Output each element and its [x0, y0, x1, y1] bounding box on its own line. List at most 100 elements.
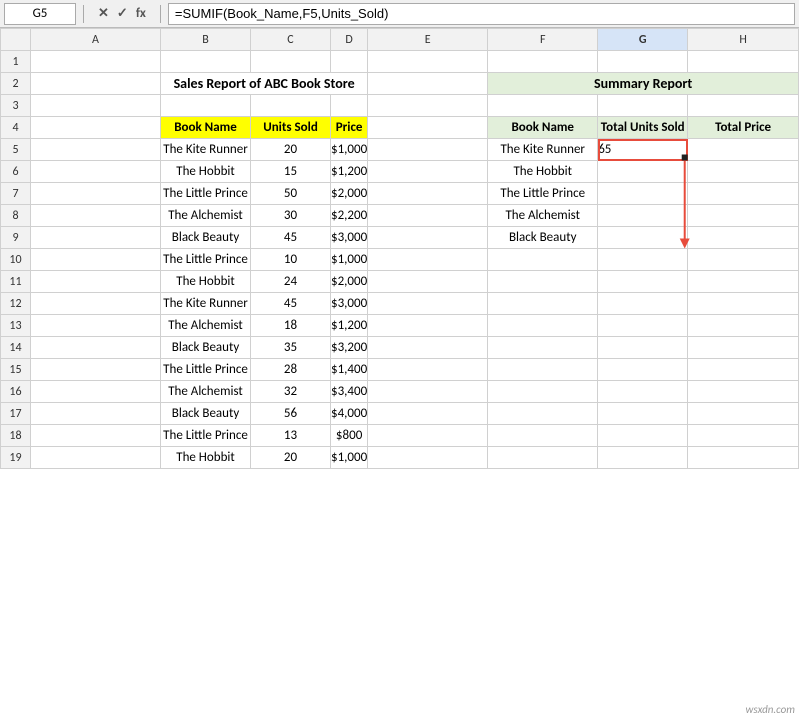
- cell-C19[interactable]: 20: [251, 447, 331, 469]
- row-header-9[interactable]: 9: [1, 227, 31, 249]
- cell-F6[interactable]: The Hobbit: [488, 161, 598, 183]
- cell-C1[interactable]: [251, 51, 331, 73]
- summary-header-totalunits[interactable]: Total Units Sold: [598, 117, 688, 139]
- cell-F17[interactable]: [488, 403, 598, 425]
- cell-H9[interactable]: [688, 227, 799, 249]
- cell-D18[interactable]: $800: [331, 425, 368, 447]
- cell-A3[interactable]: [31, 95, 161, 117]
- confirm-icon[interactable]: ✓: [114, 6, 131, 21]
- cell-H13[interactable]: [688, 315, 799, 337]
- cell-E7[interactable]: [368, 183, 488, 205]
- cell-A7[interactable]: [31, 183, 161, 205]
- row-header-16[interactable]: 16: [1, 381, 31, 403]
- col-header-G[interactable]: G: [598, 29, 688, 51]
- summary-header-totalprice[interactable]: Total Price: [688, 117, 799, 139]
- cell-G19[interactable]: [598, 447, 688, 469]
- cell-H7[interactable]: [688, 183, 799, 205]
- cell-reference-box[interactable]: G5: [4, 3, 76, 25]
- cell-H8[interactable]: [688, 205, 799, 227]
- cell-C5[interactable]: 20: [251, 139, 331, 161]
- cell-A13[interactable]: [31, 315, 161, 337]
- cell-F14[interactable]: [488, 337, 598, 359]
- cell-B16[interactable]: The Alchemist: [161, 381, 251, 403]
- cell-A6[interactable]: [31, 161, 161, 183]
- cell-F7[interactable]: The Little Prince: [488, 183, 598, 205]
- row-header-19[interactable]: 19: [1, 447, 31, 469]
- cell-A2[interactable]: [31, 73, 161, 95]
- cell-H5[interactable]: [688, 139, 799, 161]
- cell-H11[interactable]: [688, 271, 799, 293]
- cell-H17[interactable]: [688, 403, 799, 425]
- cell-E16[interactable]: [368, 381, 488, 403]
- row-header-14[interactable]: 14: [1, 337, 31, 359]
- cell-H6[interactable]: [688, 161, 799, 183]
- cell-F16[interactable]: [488, 381, 598, 403]
- cell-C3[interactable]: [251, 95, 331, 117]
- cell-C13[interactable]: 18: [251, 315, 331, 337]
- cell-A16[interactable]: [31, 381, 161, 403]
- cell-F18[interactable]: [488, 425, 598, 447]
- cell-E2[interactable]: [368, 73, 488, 95]
- formula-input[interactable]: [168, 3, 795, 25]
- sales-header-unitssold[interactable]: Units Sold: [251, 117, 331, 139]
- row-header-11[interactable]: 11: [1, 271, 31, 293]
- row-header-6[interactable]: 6: [1, 161, 31, 183]
- row-header-17[interactable]: 17: [1, 403, 31, 425]
- cell-A14[interactable]: [31, 337, 161, 359]
- row-header-1[interactable]: 1: [1, 51, 31, 73]
- cell-C11[interactable]: 24: [251, 271, 331, 293]
- cell-B7[interactable]: The Little Prince: [161, 183, 251, 205]
- row-header-3[interactable]: 3: [1, 95, 31, 117]
- col-header-E[interactable]: E: [368, 29, 488, 51]
- cell-D3[interactable]: [331, 95, 368, 117]
- sales-header-bookname[interactable]: Book Name: [161, 117, 251, 139]
- cell-H18[interactable]: [688, 425, 799, 447]
- cell-E9[interactable]: [368, 227, 488, 249]
- cell-C6[interactable]: 15: [251, 161, 331, 183]
- cell-D10[interactable]: $1,000: [331, 249, 368, 271]
- cell-B18[interactable]: The Little Prince: [161, 425, 251, 447]
- cell-C8[interactable]: 30: [251, 205, 331, 227]
- cell-C17[interactable]: 56: [251, 403, 331, 425]
- cell-B11[interactable]: The Hobbit: [161, 271, 251, 293]
- row-header-10[interactable]: 10: [1, 249, 31, 271]
- cell-C12[interactable]: 45: [251, 293, 331, 315]
- cell-C10[interactable]: 10: [251, 249, 331, 271]
- cell-G3[interactable]: [598, 95, 688, 117]
- cell-D17[interactable]: $4,000: [331, 403, 368, 425]
- cell-E19[interactable]: [368, 447, 488, 469]
- cell-B10[interactable]: The Little Prince: [161, 249, 251, 271]
- cell-C9[interactable]: 45: [251, 227, 331, 249]
- cell-D16[interactable]: $3,400: [331, 381, 368, 403]
- cell-E6[interactable]: [368, 161, 488, 183]
- cell-A10[interactable]: [31, 249, 161, 271]
- cell-B12[interactable]: The Kite Runner: [161, 293, 251, 315]
- cell-H1[interactable]: [688, 51, 799, 73]
- cell-B14[interactable]: Black Beauty: [161, 337, 251, 359]
- cell-B13[interactable]: The Alchemist: [161, 315, 251, 337]
- cell-F5[interactable]: The Kite Runner: [488, 139, 598, 161]
- col-header-F[interactable]: F: [488, 29, 598, 51]
- cell-G6[interactable]: [598, 161, 688, 183]
- col-header-C[interactable]: C: [251, 29, 331, 51]
- cancel-icon[interactable]: ✕: [95, 6, 112, 21]
- cell-B1[interactable]: [161, 51, 251, 73]
- cell-E11[interactable]: [368, 271, 488, 293]
- cell-H10[interactable]: [688, 249, 799, 271]
- cell-A12[interactable]: [31, 293, 161, 315]
- cell-B19[interactable]: The Hobbit: [161, 447, 251, 469]
- cell-H14[interactable]: [688, 337, 799, 359]
- summary-header-bookname[interactable]: Book Name: [488, 117, 598, 139]
- cell-G1[interactable]: [598, 51, 688, 73]
- cell-D8[interactable]: $2,200: [331, 205, 368, 227]
- cell-E12[interactable]: [368, 293, 488, 315]
- cell-A1[interactable]: [31, 51, 161, 73]
- col-header-H[interactable]: H: [688, 29, 799, 51]
- cell-C16[interactable]: 32: [251, 381, 331, 403]
- cell-G15[interactable]: [598, 359, 688, 381]
- cell-E1[interactable]: [368, 51, 488, 73]
- cell-C14[interactable]: 35: [251, 337, 331, 359]
- col-header-B[interactable]: B: [161, 29, 251, 51]
- cell-E18[interactable]: [368, 425, 488, 447]
- sales-header-price[interactable]: Price: [331, 117, 368, 139]
